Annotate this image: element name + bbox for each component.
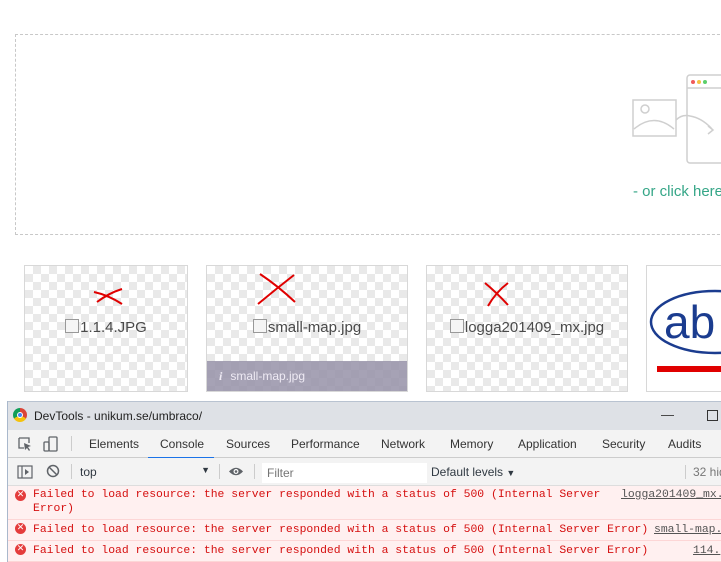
- image-alt-text: 1.1.4.JPG: [80, 319, 147, 336]
- drag-drop-illustration-icon: [632, 74, 721, 164]
- error-icon: ✕: [15, 523, 26, 534]
- image-alt-text: logga201409_mx.jpg: [464, 319, 605, 336]
- thumbnail-caption: i small-map.jpg: [207, 361, 407, 391]
- image-alt-text: small-map.jpg: [267, 319, 362, 336]
- tab-elements[interactable]: Elements: [89, 437, 139, 451]
- tab-application[interactable]: Application: [518, 437, 577, 451]
- company-logo: ab: [649, 289, 721, 372]
- red-cross-annotation-icon: [484, 282, 509, 307]
- error-text: Failed to load resource: the server resp…: [33, 524, 649, 536]
- logo-text: ab: [664, 296, 715, 348]
- error-text-line2: Error): [33, 503, 75, 515]
- toolbar-divider: [219, 464, 220, 479]
- click-here-link[interactable]: - or click here: [633, 183, 721, 200]
- devtools-tabbar: Elements Console Sources Performance Net…: [8, 430, 721, 459]
- eye-icon[interactable]: [228, 466, 244, 477]
- toolbar-divider: [71, 464, 72, 479]
- caption-text: small-map.jpg: [230, 369, 306, 383]
- log-levels-dropdown[interactable]: Default levels ▼: [431, 465, 515, 479]
- error-text-line1: Failed to load resource: the server resp…: [33, 489, 601, 501]
- tab-performance[interactable]: Performance: [291, 437, 360, 451]
- devtools-titlebar[interactable]: DevTools - unikum.se/umbraco/ —: [8, 401, 721, 430]
- log-levels-label: Default levels: [431, 465, 504, 479]
- context-value: top: [80, 465, 97, 479]
- clear-console-icon[interactable]: [46, 464, 60, 478]
- context-selector[interactable]: top ▼: [80, 465, 210, 479]
- error-source-link[interactable]: small-map.: [654, 523, 721, 537]
- broken-image-alt: 1.1.4.JPG: [25, 319, 187, 336]
- tab-audits[interactable]: Audits: [668, 437, 701, 451]
- console-error-message[interactable]: ✕ Failed to load resource: the server re…: [8, 520, 721, 541]
- error-source-link[interactable]: 114.: [693, 544, 720, 558]
- tab-memory[interactable]: Memory: [450, 437, 493, 451]
- error-source-link[interactable]: logga201409_mx.: [621, 488, 721, 502]
- maximize-button[interactable]: [707, 410, 718, 421]
- broken-image-icon: [65, 319, 80, 333]
- tab-security[interactable]: Security: [602, 437, 645, 451]
- thumbnail-3[interactable]: logga201409_mx.jpg: [426, 265, 628, 392]
- toolbar-divider: [254, 464, 255, 479]
- minimize-button[interactable]: —: [661, 407, 674, 422]
- tab-network[interactable]: Network: [381, 437, 425, 451]
- dropdown-arrow-icon: ▼: [506, 468, 516, 478]
- error-icon: ✕: [15, 544, 26, 555]
- console-toolbar: top ▼ Default levels ▼ 32 hid: [8, 458, 721, 486]
- thumbnail-1[interactable]: 1.1.4.JPG: [24, 265, 188, 392]
- red-cross-annotation-icon: [257, 273, 296, 305]
- broken-image-alt: small-map.jpg: [207, 319, 407, 336]
- red-cross-annotation-icon: [93, 288, 123, 305]
- info-icon[interactable]: i: [219, 369, 222, 383]
- tab-sources[interactable]: Sources: [226, 437, 270, 451]
- inspect-element-icon[interactable]: [17, 436, 33, 452]
- devtools-title: DevTools - unikum.se/umbraco/: [34, 409, 203, 423]
- devtools-window: DevTools - unikum.se/umbraco/ — Elements…: [7, 401, 721, 562]
- broken-image-icon: [449, 319, 464, 333]
- dropdown-arrow-icon: ▼: [201, 465, 210, 475]
- thumbnail-4[interactable]: ab: [646, 265, 721, 392]
- console-error-message[interactable]: ✕ Failed to load resource: the server re…: [8, 541, 721, 562]
- error-icon: ✕: [15, 490, 26, 501]
- console-filter-input[interactable]: [262, 463, 427, 483]
- console-error-message[interactable]: ✕ Failed to load resource: the server re…: [8, 486, 721, 520]
- tab-console[interactable]: Console: [147, 437, 215, 459]
- hidden-messages-count: 32 hid: [685, 465, 721, 479]
- broken-image-icon: [252, 319, 267, 333]
- error-text: Failed to load resource: the server resp…: [33, 545, 649, 557]
- sidebar-toggle-icon[interactable]: [17, 465, 33, 479]
- chrome-icon: [13, 408, 27, 422]
- device-toolbar-icon[interactable]: [43, 436, 59, 452]
- thumbnail-2[interactable]: small-map.jpg i small-map.jpg: [206, 265, 408, 392]
- upload-dropzone[interactable]: [15, 34, 721, 235]
- broken-image-alt: logga201409_mx.jpg: [427, 319, 627, 336]
- toolbar-divider: [71, 436, 72, 451]
